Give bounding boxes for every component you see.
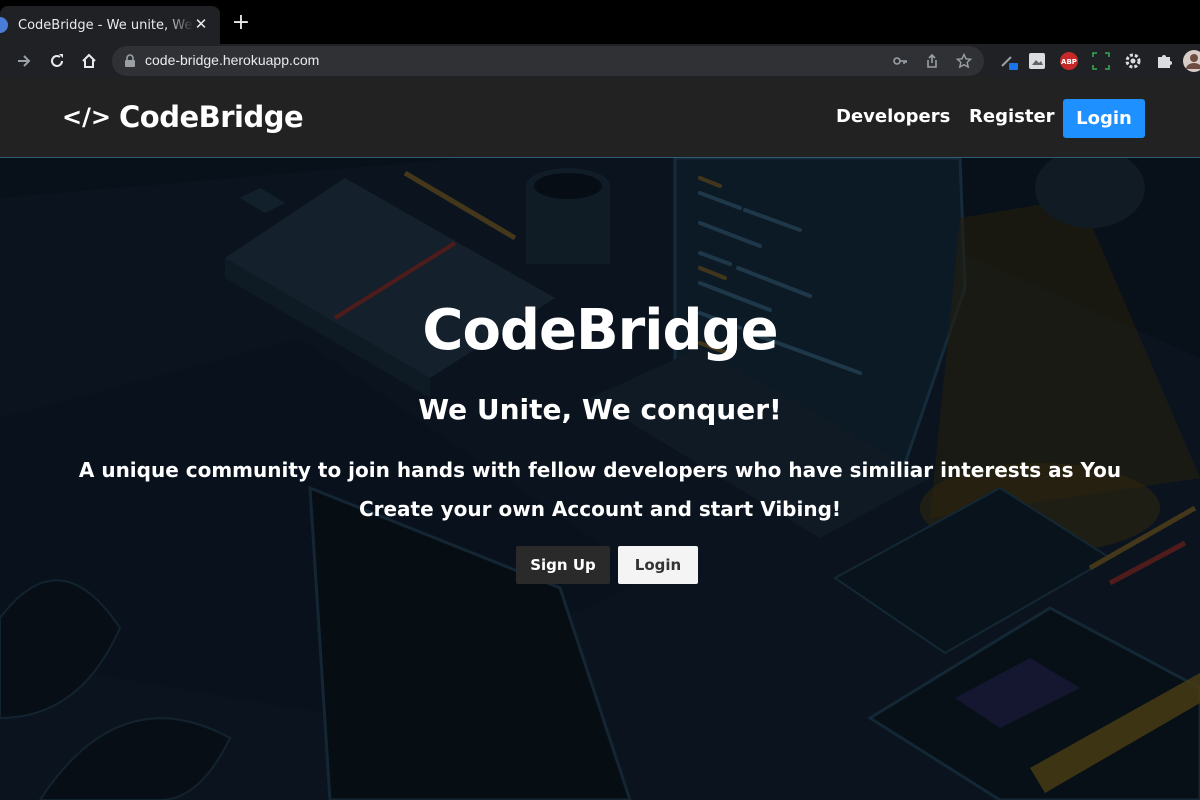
key-icon[interactable] [890,51,910,71]
screen-capture-icon[interactable] [1089,49,1113,73]
bookmark-star-icon[interactable] [954,51,974,71]
brand-logo[interactable]: </> CodeBridge [62,100,304,134]
reload-icon[interactable] [45,49,69,73]
browser-tabstrip: CodeBridge - We unite, We conquer! ✕ + [0,0,1200,44]
url-text: code-bridge.herokuapp.com [145,52,320,68]
forward-icon[interactable] [12,49,36,73]
adblock-icon[interactable]: ABP [1057,49,1081,73]
pen-extension-icon[interactable] [997,49,1021,73]
new-tab-button[interactable]: + [230,12,252,34]
home-icon[interactable] [77,49,101,73]
hero-tagline: We Unite, We conquer! [418,393,782,426]
nav-link-developers[interactable]: Developers [836,106,950,127]
profile-avatar-icon[interactable] [1182,49,1200,73]
photo-extension-icon[interactable] [1025,49,1049,73]
hero-title: CodeBridge [422,298,778,363]
adblock-label: ABP [1061,58,1077,66]
site-favicon-icon [0,17,8,33]
extensions-puzzle-icon[interactable] [1152,49,1176,73]
close-tab-icon[interactable]: ✕ [192,15,210,33]
code-icon: </> [62,103,111,131]
site-navbar: </> CodeBridge Developers Register Login [0,78,1200,158]
tab-title: CodeBridge - We unite, We conquer! [18,17,194,33]
browser-toolbar: code-bridge.herokuapp.com ABP [0,44,1200,78]
share-icon[interactable] [922,51,942,71]
brand-name: CodeBridge [118,100,304,134]
lock-icon [125,54,135,67]
browser-tab[interactable]: CodeBridge - We unite, We conquer! ✕ [0,6,220,44]
hero-section: CodeBridge We Unite, We conquer! A uniqu… [0,158,1200,800]
nav-link-register[interactable]: Register [969,106,1055,127]
address-bar[interactable]: code-bridge.herokuapp.com [112,46,984,76]
nav-login-button[interactable]: Login [1063,99,1145,138]
hero-cta-text: Create your own Account and start Vibing… [358,497,842,521]
hero-description: A unique community to join hands with fe… [78,458,1122,482]
settings-gear-icon[interactable] [1121,49,1145,73]
hero-login-button[interactable]: Login [618,546,698,584]
signup-button[interactable]: Sign Up [516,546,610,584]
website-viewport: </> CodeBridge Developers Register Login [0,78,1200,800]
